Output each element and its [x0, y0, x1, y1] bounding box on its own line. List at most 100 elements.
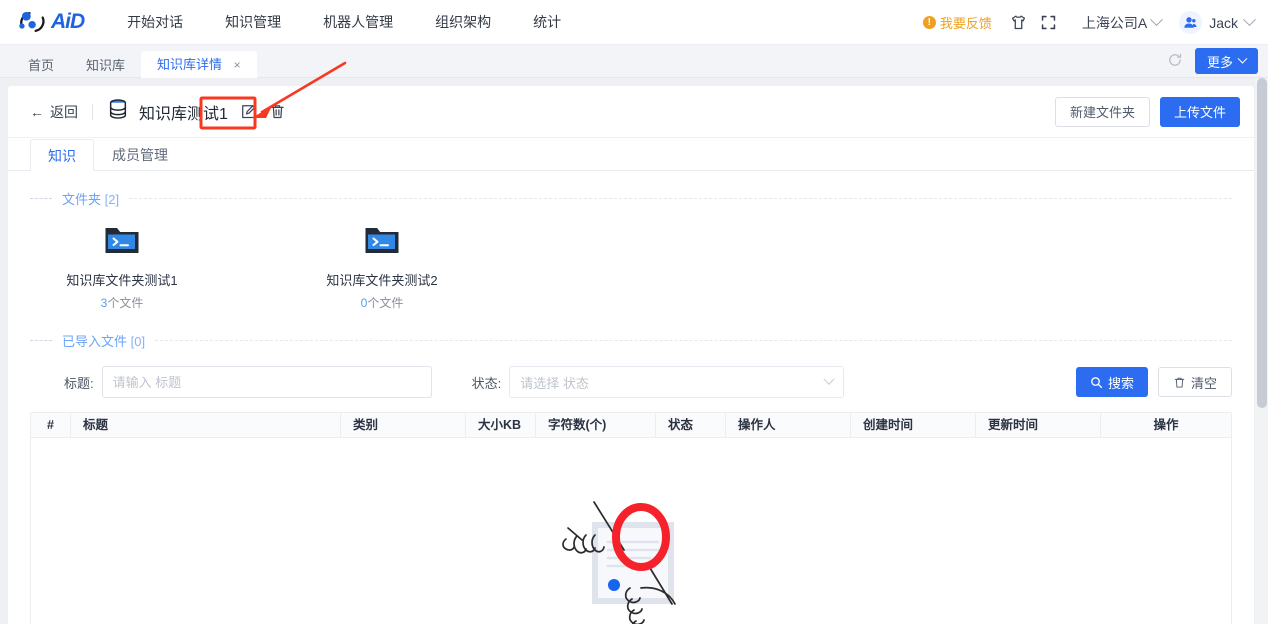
- folder-file-count: 0个文件: [322, 294, 442, 311]
- folder-item[interactable]: 知识库文件夹测试2 0个文件: [322, 224, 442, 311]
- imported-section-header: 已导入文件 [0]: [30, 331, 1232, 350]
- tab-knowledge-base-detail[interactable]: 知识库详情 ×: [141, 51, 257, 78]
- tab-label: 知识库: [86, 58, 126, 73]
- folder-count-suffix: 个文件: [107, 296, 144, 310]
- back-arrow-icon: ←: [30, 103, 44, 120]
- chevron-down-icon: [1243, 13, 1256, 27]
- nav-knowledge-mgmt[interactable]: 知识管理: [204, 0, 302, 45]
- folder-section-title: 文件夹 [2]: [52, 189, 129, 208]
- feedback-label: 我要反馈: [939, 16, 992, 31]
- brand-name: AiD: [51, 10, 85, 33]
- tshirt-icon[interactable]: [1006, 10, 1032, 36]
- folder-terminal-icon: [105, 228, 139, 253]
- scrollbar-thumb[interactable]: [1257, 78, 1267, 408]
- imported-section-count: [0]: [130, 334, 146, 349]
- search-button[interactable]: 搜索: [1075, 367, 1148, 397]
- col-char-count: 字符数(个): [536, 413, 656, 437]
- page-header-actions: 新建文件夹 上传文件: [1054, 96, 1240, 127]
- col-status: 状态: [656, 413, 726, 437]
- page-header: ← 返回 知识库测试1 新建文件夹 上传文件: [8, 86, 1254, 138]
- page-title: 知识库测试1: [139, 105, 228, 123]
- empty-state-illustration: [546, 492, 716, 624]
- divider: [92, 103, 93, 120]
- title-action-group: [240, 103, 286, 120]
- logo-mark-icon: [19, 11, 45, 32]
- trash-icon: [1174, 377, 1185, 388]
- page-card: ← 返回 知识库测试1 新建文件夹 上传文件 知识 成员管理 文件夹 [2] 知…: [8, 86, 1254, 624]
- chevron-down-icon: [823, 373, 835, 385]
- inner-tabs: 知识 成员管理: [8, 138, 1254, 171]
- nav-start-chat[interactable]: 开始对话: [106, 0, 204, 45]
- fullscreen-icon[interactable]: [1036, 10, 1062, 36]
- folder-terminal-icon: [365, 228, 399, 253]
- files-table: # 标题 类别 大小KB 字符数(个) 状态 操作人 创建时间 更新时间 操作: [30, 412, 1232, 624]
- upload-file-button[interactable]: 上传文件: [1159, 96, 1240, 127]
- vertical-scrollbar[interactable]: [1255, 78, 1268, 624]
- back-button[interactable]: ← 返回: [30, 102, 78, 122]
- clear-button-label: 清空: [1190, 375, 1217, 391]
- app-root: AiD 开始对话 知识管理 机器人管理 组织架构 统计 ! 我要反馈 上海公司A…: [0, 0, 1268, 624]
- folder-section-count: [2]: [104, 192, 120, 207]
- search-icon: [1091, 376, 1102, 388]
- edit-icon[interactable]: [240, 103, 257, 120]
- refresh-icon[interactable]: [1167, 52, 1185, 70]
- header-right-group: ! 我要反馈 上海公司A Jack: [922, 0, 1268, 45]
- nav-statistics[interactable]: 统计: [512, 0, 582, 45]
- divider-left: [30, 198, 52, 199]
- nav-org-structure[interactable]: 组织架构: [414, 0, 512, 45]
- col-title: 标题: [71, 413, 341, 437]
- info-icon: !: [922, 16, 936, 29]
- feedback-button[interactable]: ! 我要反馈: [922, 13, 992, 32]
- brand-logo[interactable]: AiD: [18, 9, 85, 35]
- tab-label: 首页: [28, 58, 55, 73]
- new-folder-button[interactable]: 新建文件夹: [1054, 96, 1150, 127]
- col-index: #: [31, 413, 71, 437]
- col-update-time: 更新时间: [976, 413, 1101, 437]
- folder-item[interactable]: 知识库文件夹测试1 3个文件: [62, 224, 182, 311]
- chevron-down-icon: [1237, 53, 1248, 64]
- top-navigation-bar: AiD 开始对话 知识管理 机器人管理 组织架构 统计 ! 我要反馈 上海公司A…: [0, 0, 1268, 45]
- status-select[interactable]: 请选择 状态: [509, 366, 845, 398]
- col-operator: 操作人: [726, 413, 851, 437]
- status-select-value: 请选择 状态: [520, 375, 589, 391]
- tabstrip-actions: 更多: [1167, 48, 1268, 77]
- user-name: Jack: [1209, 14, 1238, 31]
- folder-name: 知识库文件夹测试2: [326, 273, 438, 288]
- main-nav: 开始对话 知识管理 机器人管理 组织架构 统计: [106, 0, 582, 45]
- title-filter-label: 标题:: [64, 375, 94, 391]
- chevron-down-icon: [1150, 13, 1164, 27]
- back-label: 返回: [50, 103, 78, 120]
- col-category: 类别: [341, 413, 466, 437]
- search-input[interactable]: [101, 366, 432, 398]
- filter-actions: 搜索 清空: [1075, 367, 1232, 397]
- nav-robot-mgmt[interactable]: 机器人管理: [302, 0, 414, 45]
- table-body: [31, 438, 1231, 624]
- database-icon: [107, 98, 129, 125]
- folder-file-count: 3个文件: [62, 294, 182, 311]
- user-menu[interactable]: Jack: [1179, 11, 1256, 34]
- filter-bar: 标题: 状态: 请选择 状态 搜索 清: [8, 350, 1254, 398]
- company-selector[interactable]: 上海公司A: [1081, 13, 1164, 33]
- trash-icon[interactable]: [269, 103, 286, 120]
- more-button[interactable]: 更多: [1194, 48, 1258, 74]
- divider-right: [155, 340, 1232, 341]
- table-header-row: # 标题 类别 大小KB 字符数(个) 状态 操作人 创建时间 更新时间 操作: [31, 413, 1231, 438]
- folder-list: 知识库文件夹测试1 3个文件 知识库文件夹测试2 0个文件: [8, 208, 1254, 311]
- tab-label: 知识库详情: [157, 57, 223, 72]
- more-label: 更多: [1206, 54, 1233, 70]
- divider-left: [30, 340, 52, 341]
- tab-member-management[interactable]: 成员管理: [94, 138, 186, 170]
- imported-section-label: 已导入文件: [62, 334, 128, 349]
- folder-section-label: 文件夹: [62, 192, 102, 207]
- clear-button[interactable]: 清空: [1157, 367, 1232, 397]
- folder-name: 知识库文件夹测试1: [66, 273, 178, 288]
- close-icon[interactable]: ×: [234, 58, 241, 72]
- company-label: 上海公司A: [1081, 14, 1148, 31]
- tab-knowledge-base[interactable]: 知识库: [70, 53, 141, 78]
- search-button-label: 搜索: [1107, 375, 1134, 391]
- avatar: [1179, 11, 1203, 34]
- status-filter-label: 状态:: [471, 375, 502, 391]
- folder-count-suffix: 个文件: [367, 296, 404, 310]
- tab-home[interactable]: 首页: [12, 53, 70, 78]
- tab-knowledge[interactable]: 知识: [30, 139, 94, 171]
